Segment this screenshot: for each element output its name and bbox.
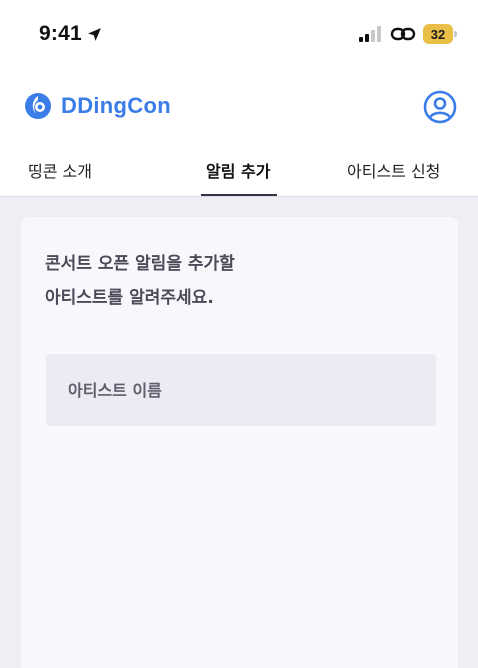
alert-form-card: 콘서트 오픈 알림을 추가할 아티스트를 알려주세요. bbox=[21, 217, 458, 668]
battery-level: 32 bbox=[423, 24, 453, 44]
screen: 9:41 32 DDingCon 띵콘 소개 알림 추가 아티스트 신청 콘서트… bbox=[0, 0, 478, 668]
battery-tip bbox=[454, 31, 457, 37]
form-heading: 콘서트 오픈 알림을 추가할 아티스트를 알려주세요. bbox=[45, 247, 235, 315]
cellular-signal-icon bbox=[359, 26, 381, 42]
artist-name-input[interactable] bbox=[46, 354, 436, 426]
link-icon bbox=[390, 27, 416, 41]
location-arrow-icon bbox=[88, 28, 101, 41]
tab-add-alert[interactable]: 알림 추가 bbox=[206, 158, 270, 182]
battery-icon: 32 bbox=[423, 24, 457, 44]
tab-intro[interactable]: 띵콘 소개 bbox=[28, 158, 92, 182]
status-time: 9:41 bbox=[39, 22, 82, 45]
brand-logo[interactable]: DDingCon bbox=[24, 90, 171, 122]
tab-artist-apply[interactable]: 아티스트 신청 bbox=[347, 158, 440, 182]
tab-bar: 띵콘 소개 알림 추가 아티스트 신청 bbox=[0, 142, 478, 197]
active-tab-indicator bbox=[201, 194, 277, 196]
app-header: DDingCon bbox=[0, 70, 478, 142]
form-heading-line-2: 아티스트를 알려주세요. bbox=[45, 288, 214, 308]
status-bar: 9:41 32 bbox=[0, 0, 478, 70]
form-heading-line-1: 콘서트 오픈 알림을 추가할 bbox=[45, 254, 235, 274]
brand-name: DDingCon bbox=[61, 93, 171, 118]
ddingcon-logo-icon bbox=[25, 93, 51, 119]
profile-icon[interactable] bbox=[423, 90, 457, 124]
